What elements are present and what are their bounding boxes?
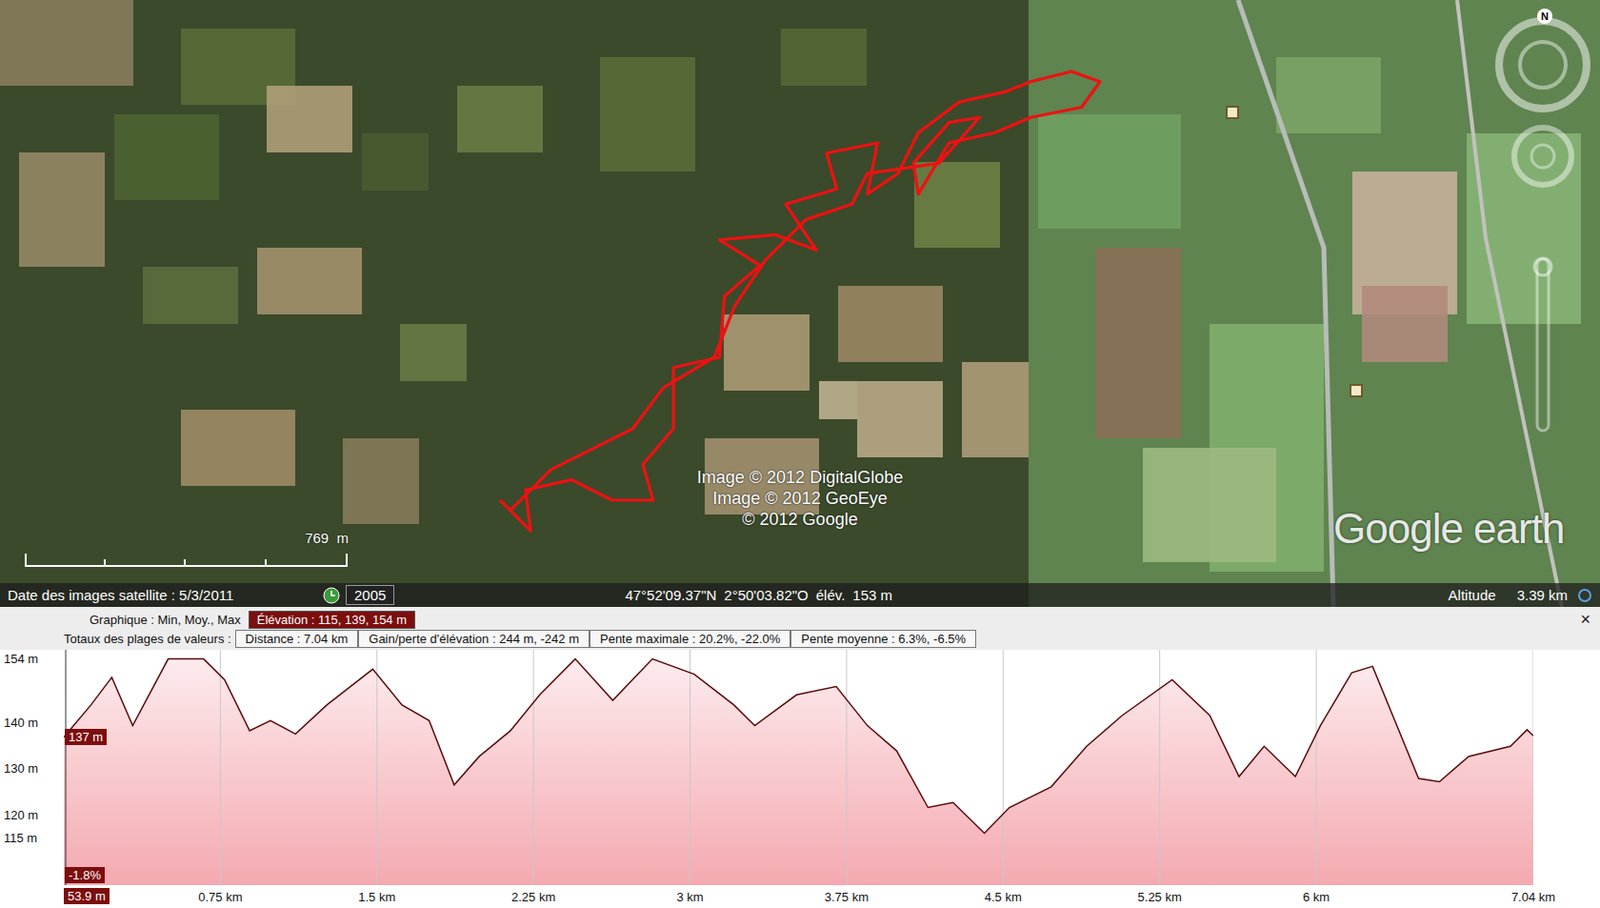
totals-row: Totaux des plages de valeurs : Distance … — [0, 628, 1600, 648]
x-tick-label: 3 km — [676, 889, 703, 904]
eye-altitude: Altitude 3.39 km — [1448, 586, 1568, 603]
totals-label: Totaux des plages de valeurs : — [63, 631, 232, 646]
x-gridline — [376, 649, 378, 885]
elevation-stat[interactable]: Élévation : 115, 139, 154 m — [248, 610, 416, 629]
latitude: 47°52'09.37"N — [624, 586, 717, 603]
x-gridline — [1002, 649, 1004, 885]
graph-header: Graphique : Min, Moy., Max Élévation : 1… — [0, 606, 1600, 629]
place-pin-icon[interactable] — [1350, 384, 1362, 397]
history-clock-icon[interactable] — [322, 586, 340, 604]
track-line[interactable] — [500, 71, 1100, 531]
total-box: Gain/perte d'élévation : 244 m, -242 m — [358, 629, 590, 648]
scale-legend: 769 m — [24, 529, 349, 571]
compass-ring-icon[interactable] — [1499, 20, 1587, 109]
streaming-indicator-icon — [1577, 587, 1593, 603]
cursor-distance-badge: 53.9 m — [63, 887, 110, 904]
cursor-elevation-badge: 137 m — [64, 728, 107, 745]
altitude-value: 3.39 km — [1517, 586, 1568, 603]
y-axis: 154 m 140 m 130 m 120 m 115 m — [0, 649, 64, 885]
total-box: Distance : 7.04 km — [235, 629, 360, 648]
zoom-slider[interactable] — [1537, 259, 1549, 431]
cursor-line[interactable] — [65, 649, 67, 885]
imagery-date: Date des images satellite : 5/3/2011 — [7, 586, 318, 603]
plot-area[interactable]: 137 m -1.8% — [63, 649, 1534, 885]
x-gridline — [845, 649, 847, 885]
altitude-label: Altitude — [1448, 586, 1497, 603]
map-view[interactable]: N Image © 2012 DigitalGlobeImage © 2012 … — [0, 0, 1600, 607]
place-pin-icon[interactable] — [1226, 106, 1239, 119]
elevation-profile-panel: Graphique : Min, Moy., Max Élévation : 1… — [0, 606, 1600, 908]
status-bar: Date des images satellite : 5/3/2011 200… — [0, 582, 1600, 607]
elevation-chart[interactable]: 154 m 140 m 130 m 120 m 115 m 137 m -1.8% 53… — [0, 649, 1600, 908]
compass-north-label: N — [1537, 8, 1553, 24]
history-year-button[interactable]: 2005 — [345, 584, 395, 605]
close-button[interactable]: × — [1580, 610, 1591, 628]
x-gridline — [220, 649, 221, 885]
x-tick-label: 6 km — [1302, 889, 1330, 904]
copyright-line: © 2012 Google — [657, 508, 943, 530]
google-earth-logo: Google earth — [1333, 504, 1564, 553]
x-tick-label: 3.75 km — [824, 889, 869, 904]
x-gridline — [1533, 649, 1535, 885]
x-gridline — [689, 649, 691, 885]
elevation-line — [63, 659, 1534, 834]
y-tick-label: 154 m — [3, 651, 39, 666]
x-tick-label: 0.75 km — [198, 889, 242, 904]
elevation-value: 153 m — [852, 586, 893, 603]
x-tick-label: 2.25 km — [511, 889, 556, 904]
graph-label: Graphique : Min, Moy., Max — [89, 612, 241, 627]
copyright-notice: Image © 2012 DigitalGlobeImage © 2012 Ge… — [657, 466, 943, 530]
x-gridline — [1159, 649, 1160, 885]
scale-bar — [24, 553, 349, 567]
total-box: Pente maximale : 20.2%, -22.0% — [589, 629, 791, 648]
scale-label: 769 m — [24, 529, 349, 546]
x-gridline — [1316, 649, 1318, 885]
x-tick-label: 5.25 km — [1138, 889, 1182, 904]
elevation-label: élév. — [816, 586, 846, 603]
look-joystick-icon[interactable] — [1514, 127, 1572, 185]
y-tick-label: 115 m — [3, 830, 38, 845]
y-tick-label: 130 m — [3, 760, 39, 776]
cursor-coordinates: 47°52'09.37"N 2°50'03.82"O élév. 153 m — [624, 586, 1330, 603]
profile-svg — [63, 649, 1534, 885]
navigation-controls[interactable] — [1485, 3, 1600, 461]
longitude: 2°50'03.82"O — [723, 586, 808, 603]
y-tick-label: 120 m — [3, 807, 39, 822]
total-box: Pente moyenne : 6.3%, -6.5% — [790, 629, 977, 648]
x-tick-label: 4.5 km — [984, 889, 1022, 904]
google-earth-window: N Image © 2012 DigitalGlobeImage © 2012 … — [0, 0, 1600, 908]
x-gridline — [533, 649, 535, 885]
x-tick-label: 1.5 km — [358, 889, 396, 904]
cursor-slope-badge: -1.8% — [64, 866, 105, 883]
x-tick-label: 7.04 km — [1511, 889, 1556, 904]
y-tick-label: 140 m — [3, 715, 39, 730]
x-axis: 53.9 m 0.75 km 1.5 km 2.25 km 3 km 3.75 km 4.… — [0, 884, 1600, 908]
copyright-line: Image © 2012 GeoEye — [657, 487, 943, 509]
copyright-line: Image © 2012 DigitalGlobe — [657, 466, 943, 488]
profile-area — [63, 659, 1534, 885]
